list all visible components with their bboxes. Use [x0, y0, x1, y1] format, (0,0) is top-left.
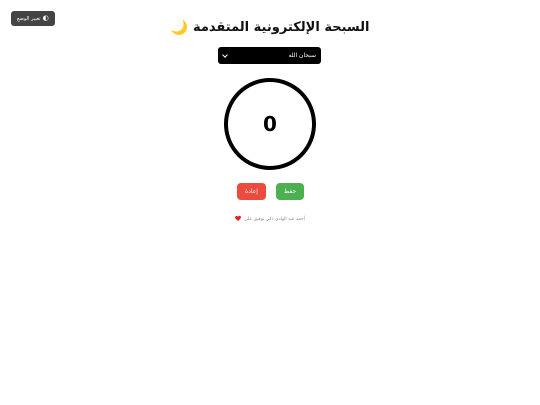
- dhikr-select[interactable]: سبحان الله: [218, 47, 321, 64]
- counter-value: 0: [263, 112, 277, 136]
- footer-credit: أحمد عبد الهادي ذكي توفيق علي: [244, 216, 305, 222]
- reset-button[interactable]: إعادة: [237, 183, 266, 200]
- save-button[interactable]: حفظ: [276, 183, 304, 200]
- chevron-down-icon: [222, 51, 228, 58]
- header: السبحة الإلكترونية المتقدمة 🌙: [0, 16, 540, 35]
- page: ◐ تغيير الوضع السبحة الإلكترونية المتقدم…: [0, 0, 540, 405]
- heart-icon: [235, 216, 241, 222]
- footer: أحمد عبد الهادي ذكي توفيق علي: [0, 216, 540, 222]
- page-title: السبحة الإلكترونية المتقدمة 🌙: [171, 20, 370, 35]
- dhikr-select-value: سبحان الله: [288, 52, 316, 59]
- page-title-text: السبحة الإلكترونية المتقدمة: [192, 20, 370, 35]
- counter-circle[interactable]: 0: [224, 78, 316, 170]
- crescent-moon-icon: 🌙: [170, 19, 188, 36]
